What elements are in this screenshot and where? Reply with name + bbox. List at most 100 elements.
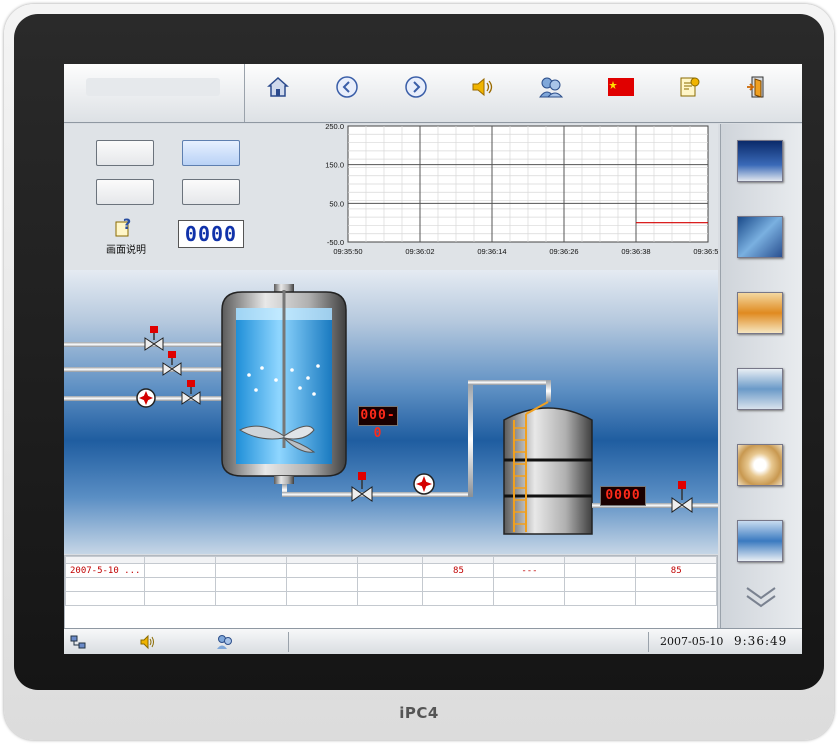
screen-navigator (720, 124, 802, 628)
x-tick-label: 09:36:50 (693, 247, 718, 256)
table-cell (64, 577, 146, 592)
status-bar: 2007-05-10 9:36:49 (64, 628, 802, 654)
status-speaker-icon[interactable] (140, 634, 156, 650)
table-row[interactable] (64, 577, 717, 592)
pump-1[interactable] (136, 388, 156, 408)
notepad-help-icon (680, 77, 700, 97)
brand-logo: iPC4 (399, 704, 439, 722)
table-header-row (64, 556, 717, 564)
table-cell: 85 (422, 563, 495, 578)
reactor-level-display: 000-0 (358, 406, 398, 441)
table-cell (215, 591, 288, 606)
transfer-pipe (282, 492, 472, 497)
control-button-2[interactable] (182, 140, 240, 166)
thumbnail-screen-2[interactable] (737, 216, 783, 258)
table-cell: --- (493, 563, 566, 578)
x-tick-label: 09:36:38 (621, 247, 650, 256)
top-toolbar (64, 64, 802, 123)
home-icon (267, 76, 289, 97)
exit-button[interactable] (740, 74, 770, 100)
data-table: 2007-5-10 ... 85 --- 85 (64, 555, 718, 629)
help-label: 画面说明 (106, 245, 146, 256)
table-cell (493, 577, 566, 592)
table-cell (144, 591, 217, 606)
status-date: 2007-05-10 (660, 635, 724, 648)
table-cell (357, 563, 424, 578)
status-time: 9:36:49 (734, 634, 788, 648)
table-cell (286, 563, 359, 578)
table-cell (215, 577, 288, 592)
status-separator (288, 632, 289, 652)
language-button[interactable] (606, 74, 636, 100)
y-tick-label: 250.0 (325, 124, 344, 131)
speaker-icon (472, 77, 493, 97)
x-tick-label: 09:36:14 (477, 247, 506, 256)
pump-2[interactable] (413, 473, 435, 495)
x-tick-label: 09:35:50 (333, 247, 362, 256)
table-cell (564, 577, 637, 592)
users-icon (539, 77, 564, 98)
hmi-screen: ? 画面说明 0000 250.0 150.0 50.0 -50.0 09:35:50 0… (64, 64, 802, 654)
x-tick-label: 09:36:26 (549, 247, 578, 256)
status-separator (648, 632, 649, 652)
title-area (64, 64, 245, 122)
display-bezel: ? 画面说明 0000 250.0 150.0 50.0 -50.0 09:35:50 0… (14, 14, 824, 690)
process-diagram: 000-0 0000 (64, 270, 718, 554)
control-button-1[interactable] (96, 140, 154, 166)
table-cell (144, 577, 217, 592)
users-button[interactable] (536, 74, 566, 100)
table-cell (422, 577, 495, 592)
table-cell (493, 591, 566, 606)
counter-display: 0000 (178, 220, 244, 248)
network-icon[interactable] (70, 634, 86, 650)
thumbnail-screen-6[interactable] (737, 520, 783, 562)
thumbnail-screen-1[interactable] (737, 140, 783, 182)
table-cell (144, 563, 217, 578)
y-tick-label: 50.0 (329, 199, 344, 208)
home-button[interactable] (263, 74, 293, 100)
status-users-icon[interactable] (216, 634, 234, 650)
back-button[interactable] (332, 74, 362, 100)
table-cell (215, 563, 288, 578)
inlet-pipe-2 (64, 367, 224, 372)
thumbnail-screen-5[interactable] (737, 444, 783, 486)
forward-button[interactable] (401, 74, 431, 100)
control-button-3[interactable] (96, 179, 154, 205)
thumbnail-screen-4[interactable] (737, 368, 783, 410)
scroll-down-button[interactable] (741, 582, 781, 612)
table-cell (64, 591, 146, 606)
back-icon (336, 76, 358, 98)
thumbnail-screen-3[interactable] (737, 292, 783, 334)
panel-pc: ? 画面说明 0000 250.0 150.0 50.0 -50.0 09:35:50 0… (4, 4, 834, 740)
reactor-tank[interactable] (221, 284, 347, 484)
exit-door-icon (747, 76, 764, 98)
chevron-down-icon (746, 587, 776, 608)
y-tick-label: -50.0 (327, 238, 344, 247)
table-cell: 85 (635, 563, 717, 578)
table-cell (635, 591, 717, 606)
x-tick-label: 09:36:02 (405, 247, 434, 256)
y-tick-label: 150.0 (325, 161, 344, 170)
table-cell (564, 591, 637, 606)
trend-chart: 250.0 150.0 50.0 -50.009:35:50 09:36:02 09:36… (325, 124, 718, 256)
china-flag-icon (608, 78, 634, 96)
control-button-4[interactable] (182, 179, 240, 205)
inlet-pipe-1 (64, 342, 224, 347)
table-cell (357, 577, 424, 592)
table-cell (635, 577, 717, 592)
storage-tank[interactable] (503, 401, 593, 535)
notes-button[interactable] (674, 74, 704, 100)
table-row[interactable] (64, 591, 717, 606)
help-icon[interactable]: ? (114, 216, 134, 238)
table-cell (357, 591, 424, 606)
storage-level-display: 0000 (600, 486, 646, 506)
sound-button[interactable] (468, 74, 498, 100)
title-placeholder (86, 78, 220, 96)
table-cell (564, 563, 637, 578)
forward-icon (405, 76, 427, 98)
table-cell (422, 591, 495, 606)
table-cell (286, 591, 359, 606)
table-cell (286, 577, 359, 592)
table-cell: 2007-5-10 ... (64, 563, 146, 578)
table-row[interactable]: 2007-5-10 ... 85 --- 85 (64, 563, 717, 578)
